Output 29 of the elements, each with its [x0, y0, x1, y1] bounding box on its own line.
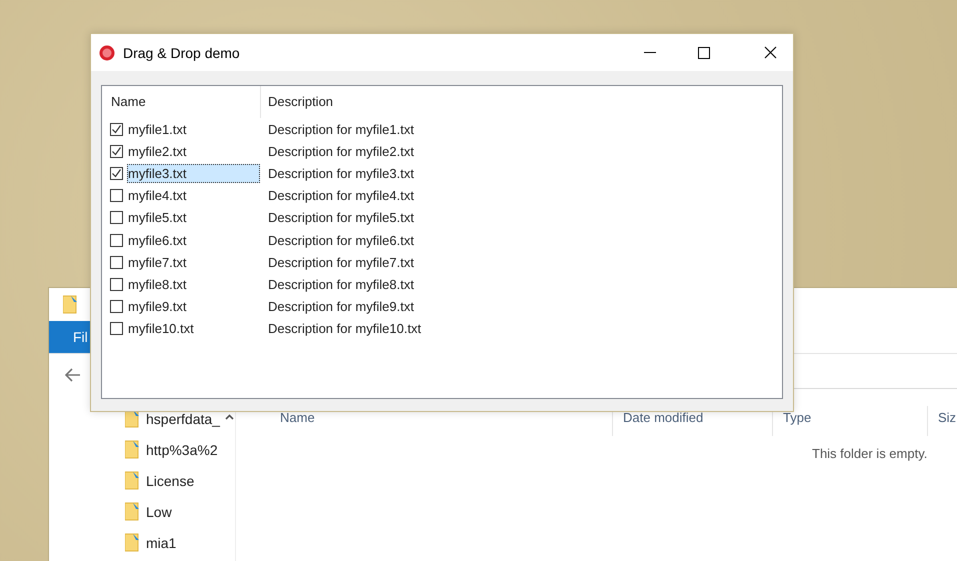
- file-description: Description for myfile9.txt: [267, 299, 414, 314]
- column-header[interactable]: Siz: [927, 406, 957, 436]
- file-name[interactable]: myfile1.txt: [127, 120, 260, 139]
- empty-folder-message: This folder is empty.: [812, 446, 928, 461]
- file-name[interactable]: myfile9.txt: [127, 297, 260, 316]
- column-header[interactable]: Description: [261, 86, 561, 118]
- file-name[interactable]: myfile4.txt: [127, 186, 260, 206]
- file-name[interactable]: myfile3.txt: [127, 164, 260, 183]
- file-description: Description for myfile8.txt: [267, 276, 414, 292]
- file-name[interactable]: myfile7.txt: [127, 252, 260, 272]
- folder-item[interactable]: License: [125, 470, 224, 491]
- file-name[interactable]: myfile8.txt: [127, 274, 260, 294]
- file-description: Description for myfile4.txt: [267, 188, 414, 204]
- file-description: Description for myfile3.txt: [267, 166, 414, 181]
- file-description: Description for myfile5.txt: [267, 210, 414, 226]
- file-description: Description for myfile2.txt: [267, 144, 414, 159]
- file-name[interactable]: myfile6.txt: [127, 230, 260, 250]
- file-description: Description for myfile10.txt: [267, 321, 422, 336]
- folder-item[interactable]: Low: [125, 501, 224, 522]
- file-name[interactable]: myfile5.txt: [127, 208, 260, 228]
- file-description: Description for myfile1.txt: [267, 122, 414, 137]
- file-description: Description for myfile7.txt: [267, 254, 414, 270]
- file-name[interactable]: myfile10.txt: [127, 319, 260, 338]
- folder-item[interactable]: http%3a%2: [125, 439, 224, 460]
- window-title: Drag & Drop demo: [123, 44, 241, 60]
- file-name[interactable]: myfile2.txt: [127, 142, 260, 161]
- file-description: Description for myfile6.txt: [267, 232, 414, 248]
- column-header[interactable]: Name: [102, 86, 261, 118]
- folder-item[interactable]: mia1: [125, 532, 224, 553]
